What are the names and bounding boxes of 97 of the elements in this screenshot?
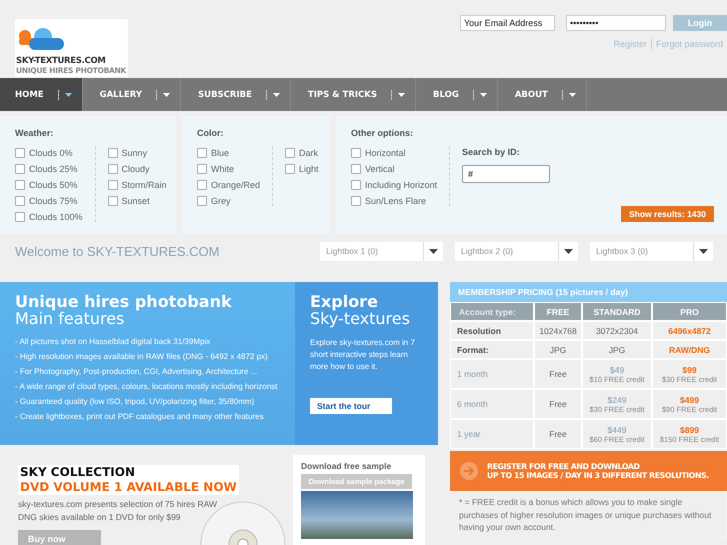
- feature-text: - Guaranteed quality (low ISO, tripod, UV/polarizing filter, 35/80mm): [15, 396, 256, 407]
- row-label: 1 year: [450, 419, 534, 449]
- show-results-button[interactable]: Show results: 1430: [620, 206, 714, 222]
- table-cell: 3072x2304: [582, 321, 652, 340]
- email-field[interactable]: Your Email Address: [460, 15, 555, 31]
- table-cell: JPG: [534, 340, 582, 359]
- caret-icon: [568, 92, 576, 96]
- banner-title: Explore: [310, 293, 379, 310]
- start-tour-button[interactable]: Start the tour: [310, 398, 392, 414]
- checkbox[interactable]: [351, 180, 361, 190]
- checkbox-option[interactable]: Cloudy: [108, 163, 167, 174]
- checkbox[interactable]: [197, 164, 207, 174]
- checkbox[interactable]: [15, 212, 25, 222]
- checkbox[interactable]: [15, 180, 25, 190]
- credit-note: * = FREE credit is a bonus which allows you to make single purchases of higher resolution images or unique purchases without having your own account.: [450, 491, 727, 538]
- checkbox[interactable]: [351, 148, 361, 158]
- checkbox-option[interactable]: Grey: [197, 195, 260, 206]
- pricing-title: MEMBERSHIP PRICING (15 pictures / day): [450, 282, 727, 302]
- lightbox-select[interactable]: Lightbox 2 (0): [455, 242, 578, 260]
- banner-subtitle: Main features: [15, 310, 126, 327]
- checkbox[interactable]: [285, 164, 296, 174]
- table-cell: JPG: [582, 340, 652, 359]
- feature-text: - All pictures shot on Hasselblad digital back 31/39Mpix: [15, 336, 212, 347]
- nav-tab[interactable]: HOME: [0, 78, 83, 111]
- checkbox-option[interactable]: Clouds 75%: [15, 195, 83, 206]
- checkbox-option[interactable]: Including Horizont: [351, 179, 438, 190]
- search-label: Search by ID:: [462, 147, 521, 157]
- column-header: STANDARD: [582, 302, 652, 321]
- dvd-title: SKY COLLECTION: [20, 465, 136, 480]
- arrow-circle-icon: [460, 462, 478, 480]
- checkbox[interactable]: [15, 196, 25, 206]
- checkbox-option[interactable]: Light: [285, 163, 319, 174]
- password-field[interactable]: •••••••••: [566, 15, 666, 31]
- welcome-text: Welcome to SKY-TEXTURES.COM: [15, 244, 220, 258]
- logo-title: SKY-TEXTURES.COM: [16, 57, 107, 66]
- row-label: 6 month: [450, 389, 534, 419]
- caret-icon: [163, 92, 170, 96]
- checkbox-option[interactable]: Sun/Lens Flare: [351, 195, 438, 206]
- table-cell: 1024x768: [534, 321, 582, 340]
- checkbox[interactable]: [108, 196, 118, 206]
- caret-icon: [64, 92, 72, 96]
- table-cell: 6496x4872: [652, 321, 727, 340]
- checkbox-option[interactable]: White: [197, 163, 260, 174]
- column-header: Account type:: [450, 302, 534, 321]
- banner-title: Unique hires photobank: [15, 293, 233, 310]
- lightbox-select[interactable]: Lightbox 3 (0): [590, 242, 713, 260]
- column-header: FREE: [534, 302, 582, 321]
- checkbox-option[interactable]: Sunset: [108, 195, 167, 206]
- checkbox[interactable]: [108, 164, 118, 174]
- row-label: Format:: [450, 340, 534, 359]
- dvd-subtitle: DVD VOLUME 1 AVAILABLE NOW: [20, 480, 237, 495]
- checkbox-option[interactable]: Clouds 0%: [15, 147, 83, 158]
- checkbox[interactable]: [285, 148, 296, 158]
- caret-icon: [480, 92, 487, 96]
- nav-tab[interactable]: GALLERY: [82, 78, 182, 111]
- table-cell: RAW/DNG: [652, 340, 727, 359]
- checkbox[interactable]: [197, 180, 207, 190]
- checkbox[interactable]: [15, 164, 25, 174]
- filter-title: Other options:: [351, 128, 414, 138]
- caret-icon: [398, 92, 406, 96]
- column-header: PRO: [652, 302, 727, 321]
- checkbox[interactable]: [351, 164, 361, 174]
- caret-icon: [272, 92, 280, 96]
- feature-text: - High resolution images available in RAW files (DNG - 6492 x 4872 px): [15, 351, 269, 362]
- checkbox-option[interactable]: Blue: [197, 147, 260, 158]
- lightbox-select[interactable]: Lightbox 1 (0): [320, 242, 443, 260]
- table-cell: Free: [534, 389, 582, 419]
- checkbox-option[interactable]: Horizontal: [351, 147, 438, 158]
- filter-title: Color:: [197, 128, 224, 138]
- filter-title: Weather:: [15, 128, 54, 138]
- checkbox-option[interactable]: Clouds 50%: [15, 179, 83, 190]
- feature-text: - A wide range of cloud types, colours, locations mostly including horizonst: [15, 381, 278, 392]
- dvd-description: sky-textures.com presents selection of 75 hires RAW DNG skies available on 1 DVD for only $99: [18, 498, 218, 524]
- checkbox[interactable]: [197, 148, 207, 158]
- banner-subtitle: Sky-textures: [310, 310, 411, 327]
- row-label: 1 month: [450, 359, 534, 389]
- checkbox-option[interactable]: Dark: [285, 147, 319, 158]
- checkbox[interactable]: [197, 196, 207, 206]
- checkbox[interactable]: [351, 196, 361, 206]
- sample-title: Download free sample: [301, 461, 392, 471]
- cloud-logo-icon: [17, 27, 65, 51]
- checkbox[interactable]: [15, 148, 25, 158]
- checkbox-option[interactable]: Orange/Red: [197, 179, 260, 190]
- checkbox-option[interactable]: Storm/Rain: [108, 179, 167, 190]
- feature-text: - For Photography, Post-production, CGI, Advertising, Architecture ...: [15, 366, 258, 377]
- row-label: Resolution: [450, 321, 534, 340]
- checkbox-option[interactable]: Clouds 100%: [15, 211, 83, 222]
- checkbox-option[interactable]: Clouds 25%: [15, 163, 83, 174]
- table-cell: Free: [534, 359, 582, 389]
- feature-text: - Create lightboxes, print out PDF catalogues and many other features: [15, 411, 265, 422]
- checkbox-option[interactable]: Sunny: [108, 147, 167, 158]
- explore-text: Explore sky-textures.com in 7 short interactive steps learn more how to use it.: [310, 337, 416, 373]
- table-cell: Free: [534, 419, 582, 449]
- checkbox[interactable]: [108, 180, 118, 190]
- checkbox[interactable]: [108, 148, 118, 158]
- search-field[interactable]: #: [462, 165, 550, 183]
- checkbox-option[interactable]: Vertical: [351, 163, 438, 174]
